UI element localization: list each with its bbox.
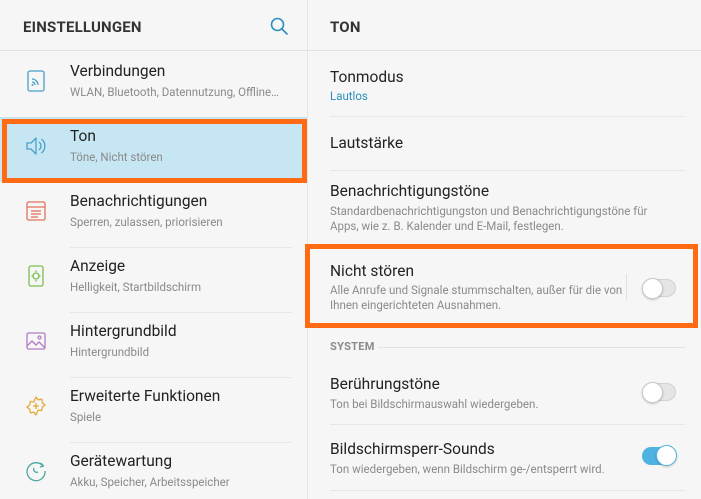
nav-item-title: Gerätewartung: [70, 452, 173, 470]
display-icon: [28, 265, 44, 287]
bildschirmsperr-sounds-setting[interactable]: Bildschirmsperr-Sounds Ton wiedergeben, …: [308, 425, 701, 489]
nav-item-erweiterte-funktionen[interactable]: Erweiterte Funktionen Spiele: [0, 377, 307, 442]
header-divider: [0, 50, 701, 51]
nav-item-hintergrundbild[interactable]: Hintergrundbild Hintergrundbild: [0, 312, 307, 377]
toggle-knob: [642, 382, 663, 403]
setting-title: Bildschirmsperr-Sounds: [330, 440, 495, 458]
nav-item-subtitle: Hintergrundbild: [70, 345, 150, 359]
setting-value: Lautlos: [330, 89, 368, 103]
separator: [330, 490, 685, 491]
nav-item-verbindungen[interactable]: Verbindungen WLAN, Bluetooth, Datennutzu…: [0, 52, 307, 117]
beruehrungstoene-setting[interactable]: Berührungstöne Ton bei Bildschirmauswahl…: [308, 361, 701, 423]
left-pane: EINSTELLUNGEN Verbindungen WLAN, Bluetoo…: [0, 0, 307, 499]
left-header-title: EINSTELLUNGEN: [23, 18, 142, 36]
setting-title: Lautstärke: [330, 134, 404, 152]
nav-item-title: Benachrichtigungen: [70, 192, 208, 210]
setting-subtitle: Standardbenachrichtigungston und Benachr…: [330, 204, 648, 233]
section-divider: [378, 347, 685, 348]
nav-item-subtitle: Sperren, zulassen, priorisieren: [70, 215, 223, 229]
nav-item-title: Erweiterte Funktionen: [70, 387, 221, 405]
nav-item-anzeige[interactable]: Anzeige Helligkeit, Startbildschirm: [0, 247, 307, 312]
nav-item-title: Verbindungen: [70, 62, 166, 80]
right-header-title: TON: [330, 18, 361, 36]
setting-title: Benachrichtigungstöne: [330, 182, 490, 200]
toggle-knob: [656, 445, 677, 466]
wallpaper-icon: [26, 332, 46, 350]
bildschirmsperr-sounds-toggle[interactable]: [642, 445, 677, 466]
advanced-features-icon: [26, 396, 46, 416]
setting-subtitle: Ton wiedergeben, wenn Bildschirm ge-/ent…: [330, 462, 605, 476]
nav-item-title: Anzeige: [70, 257, 126, 275]
nav-item-benachrichtigungen[interactable]: Benachrichtigungen Sperren, zulassen, pr…: [0, 182, 307, 247]
benachrichtigungstoene-setting[interactable]: Benachrichtigungstöne Standardbenachrich…: [308, 171, 701, 244]
beruehrungstoene-toggle[interactable]: [642, 382, 676, 403]
device-maintenance-icon: [26, 462, 46, 482]
search-icon[interactable]: [269, 16, 289, 36]
nav-item-geraetewartung[interactable]: Gerätewartung Akku, Speicher, Arbeitsspe…: [0, 442, 307, 499]
connections-icon: [27, 70, 45, 92]
nav-item-subtitle: WLAN, Bluetooth, Datennutzung, Offline…: [70, 85, 279, 99]
nav-item-subtitle: Helligkeit, Startbildschirm: [70, 280, 202, 294]
highlight-box-ton: [2, 119, 307, 183]
setting-title: Tonmodus: [330, 68, 404, 86]
setting-subtitle: Ton bei Bildschirmauswahl wiedergeben.: [330, 397, 539, 411]
nav-item-subtitle: Akku, Speicher, Arbeitsspeicher: [70, 475, 230, 489]
nav-item-subtitle: Spiele: [70, 410, 102, 424]
nav-item-title: Hintergrundbild: [70, 322, 177, 340]
setting-title: Berührungstöne: [330, 375, 440, 393]
tonmodus-setting[interactable]: Tonmodus Lautlos: [308, 52, 701, 116]
highlight-box-nicht-stoeren: [305, 244, 698, 328]
section-header-system: SYSTEM: [330, 340, 375, 353]
lautstaerke-setting[interactable]: Lautstärke: [308, 117, 701, 170]
notifications-icon: [26, 201, 46, 221]
